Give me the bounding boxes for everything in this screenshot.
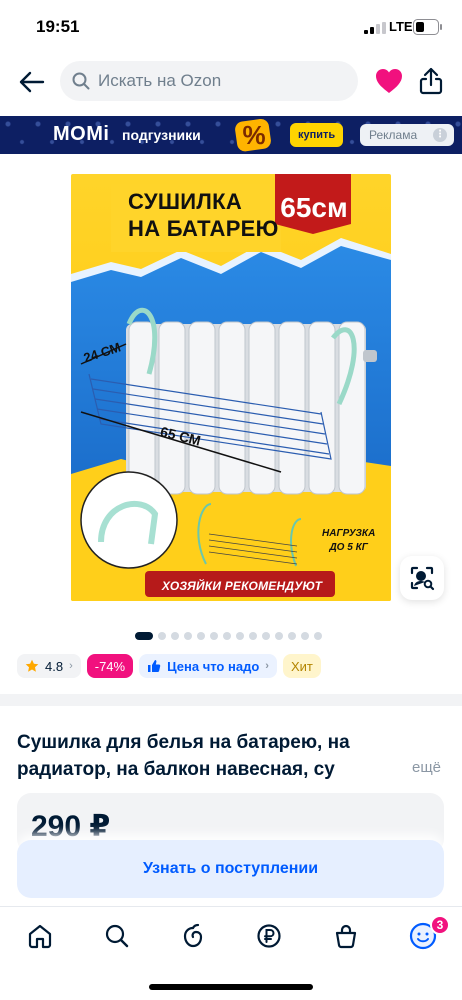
image-title-line2: НА БАТАРЕЮ [128, 216, 279, 241]
status-bar: 19:51 LTE [0, 0, 462, 56]
tab-fresh[interactable] [178, 921, 208, 951]
ad-label-text: Реклама [369, 128, 418, 142]
pagination-dot[interactable] [262, 632, 270, 640]
chevron-right-icon: › [69, 660, 73, 672]
home-icon [28, 924, 52, 949]
find-similar-button[interactable] [400, 556, 444, 600]
profile-notification-badge: 3 [430, 915, 450, 935]
image-size-badge: 65см [280, 192, 348, 223]
discount-badge: -74% [86, 654, 134, 678]
search-placeholder: Искать на Ozon [98, 71, 222, 90]
pagination-dot[interactable] [135, 632, 153, 640]
pagination-dot[interactable] [301, 632, 309, 640]
pagination-dot[interactable] [197, 632, 205, 640]
star-icon [25, 659, 39, 673]
gallery-pagination [135, 631, 322, 641]
rating-chip[interactable]: 4.8 › [17, 654, 81, 678]
thumbs-up-icon [147, 659, 161, 673]
title-fade [370, 757, 410, 783]
image-recommend-label: ХОЗЯЙКИ РЕКОМЕНДУЮТ [161, 579, 323, 593]
hit-badge: Хит [282, 654, 321, 678]
pagination-dot[interactable] [171, 632, 179, 640]
fresh-icon [183, 923, 203, 948]
ad-subtitle: подгузники [122, 127, 201, 143]
title-more-link[interactable]: ещё [412, 759, 441, 776]
pagination-dot[interactable] [288, 632, 296, 640]
rating-value: 4.8 [45, 658, 64, 674]
notify-availability-button[interactable]: Узнать о поступлении [17, 840, 444, 898]
ad-label-badge[interactable]: Реклама ⋮ [360, 124, 454, 146]
product-price: 290 ₽ [31, 810, 111, 843]
good-price-chip[interactable]: Цена что надо › [139, 654, 277, 678]
share-button[interactable] [416, 64, 446, 98]
search-header: Искать на Ozon [0, 56, 462, 108]
ad-banner[interactable]: MOMi подгузники % купить Реклама ⋮ [0, 116, 462, 154]
home-indicator [149, 984, 313, 990]
heart-icon [376, 69, 402, 93]
tab-cart[interactable] [331, 921, 361, 951]
good-price-label: Цена что надо [167, 658, 260, 674]
ad-buy-button[interactable]: купить [290, 123, 344, 147]
finance-icon [257, 924, 281, 948]
search-icon [105, 924, 129, 948]
favorite-button[interactable] [373, 65, 405, 97]
pagination-dot[interactable] [249, 632, 257, 640]
image-load-line2: ДО 5 КГ [329, 542, 368, 553]
product-badges: 4.8 › -74% Цена что надо › Хит [17, 654, 321, 678]
back-arrow-icon [19, 71, 45, 93]
network-label: LTE [389, 19, 413, 34]
kebab-icon: ⋮ [433, 128, 447, 142]
image-title-line1: СУШИЛКА [128, 189, 243, 214]
pagination-dot[interactable] [275, 632, 283, 640]
svg-text:%: % [242, 120, 265, 150]
percent-icon: % [235, 118, 271, 152]
status-time: 19:51 [36, 17, 80, 36]
image-load-line1: НАГРУЗКА [322, 528, 376, 539]
share-icon [419, 67, 443, 95]
chevron-right-icon: › [265, 660, 269, 672]
image-title: СУШИЛКА НА БАТАРЕЮ [128, 188, 279, 242]
tab-search[interactable] [102, 921, 132, 951]
cart-icon [335, 924, 357, 949]
search-icon [72, 72, 90, 90]
pagination-dot[interactable] [210, 632, 218, 640]
search-input[interactable]: Искать на Ozon [60, 61, 358, 101]
back-button[interactable] [16, 66, 48, 98]
image-load-label: НАГРУЗКА ДО 5 КГ [322, 527, 375, 555]
image-search-icon [410, 566, 435, 591]
ad-brand: MOMi [53, 123, 110, 145]
pagination-dot[interactable] [223, 632, 231, 640]
pagination-dot[interactable] [236, 632, 244, 640]
pagination-dot[interactable] [184, 632, 192, 640]
section-divider [0, 694, 462, 706]
pagination-dot[interactable] [314, 632, 322, 640]
pagination-dot[interactable] [158, 632, 166, 640]
battery-icon [413, 19, 442, 35]
signal-icon [364, 22, 386, 34]
tab-home[interactable] [25, 921, 55, 951]
tab-finance[interactable] [254, 921, 284, 951]
